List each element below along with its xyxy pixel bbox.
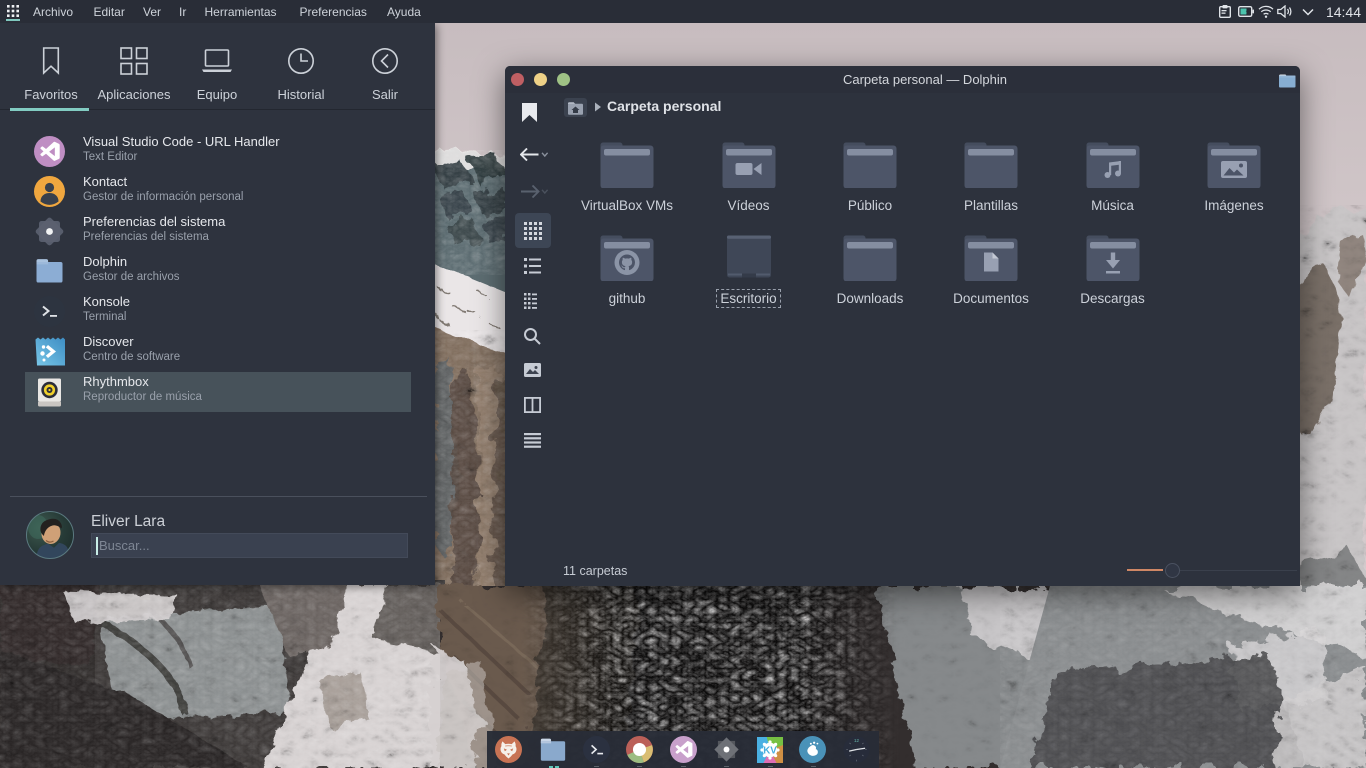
svg-text:KV: KV — [763, 745, 777, 756]
svg-text:12: 12 — [853, 738, 859, 743]
